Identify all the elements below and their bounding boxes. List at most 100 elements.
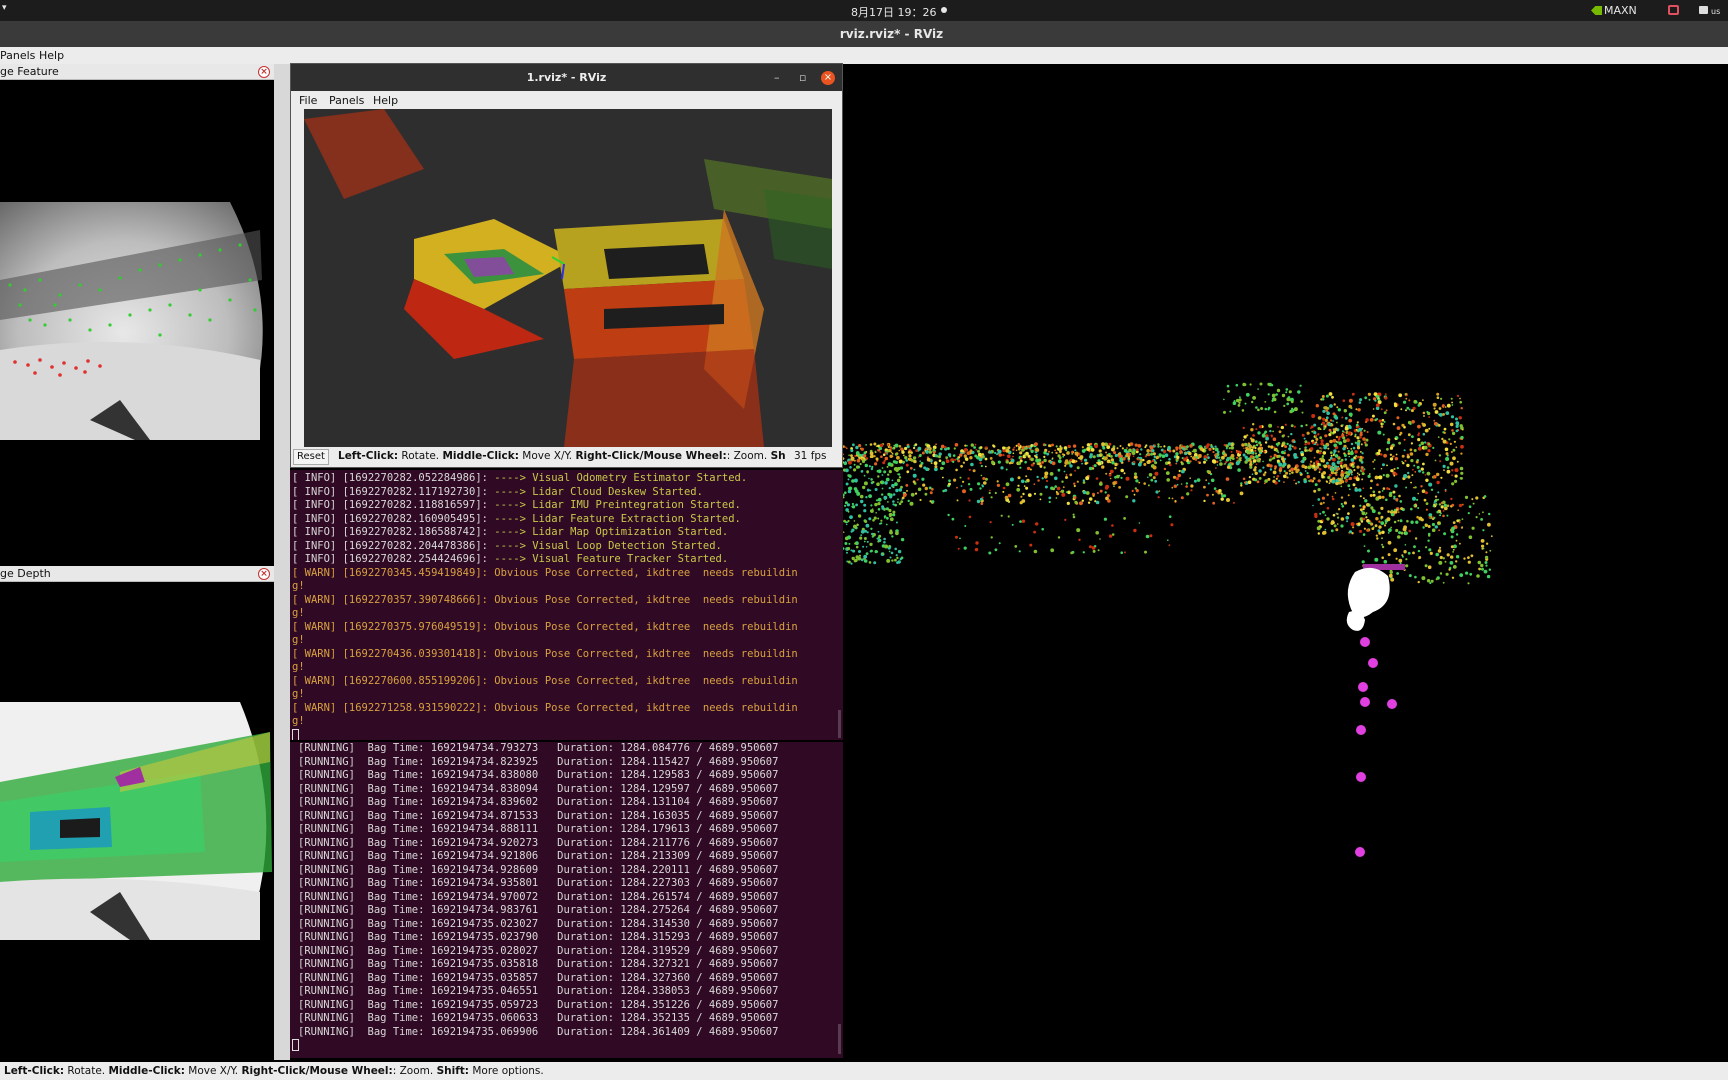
- terminal-scrollbar[interactable]: [838, 1024, 841, 1054]
- terminal-running-line: [RUNNING] Bag Time: 1692194735.035818 Du…: [298, 958, 779, 970]
- terminal-running-line: [RUNNING] Bag Time: 1692194735.060633 Du…: [298, 1012, 779, 1024]
- image-feature-view: [0, 80, 274, 562]
- terminal-prompt: [290, 728, 843, 740]
- image-depth-panel-title: ge Depth: [0, 567, 51, 580]
- image-feature-panel-title: ge Feature: [0, 65, 59, 78]
- terminal-running-line: [RUNNING] Bag Time: 1692194735.059723 Du…: [298, 998, 779, 1011]
- terminal-info-line: [ INFO] [1692270282.052284986]: ----> Vi…: [292, 472, 748, 484]
- terminal-running-line: [RUNNING] Bag Time: 1692194734.928609 Du…: [298, 863, 779, 876]
- hint-middle-click-text: Move X/Y.: [184, 1065, 242, 1077]
- rviz-secondary-title: 1.rviz* - RViz: [291, 64, 842, 91]
- terminal-rosbag-lines: [RUNNING] Bag Time: 1692194734.793273 Du…: [290, 742, 843, 1039]
- rviz-main-3d-view[interactable]: [841, 64, 1728, 1060]
- hint-left-click-text: Rotate.: [64, 1065, 109, 1077]
- terminal-log-lines: [ INFO] [1692270282.052284986]: ----> Vi…: [290, 470, 843, 729]
- terminal-warn-line: g!: [292, 688, 305, 700]
- terminal-warn-line: [ WARN] [1692270436.039301418]: Obvious …: [292, 647, 798, 660]
- hint-right-click-label: Right-Click/Mouse Wheel:: [241, 1065, 393, 1077]
- terminal-rosbag[interactable]: [RUNNING] Bag Time: 1692194734.793273 Du…: [290, 742, 843, 1058]
- terminal-running-line: [RUNNING] Bag Time: 1692194734.921806 Du…: [298, 850, 779, 862]
- rviz-3d-view[interactable]: [304, 109, 832, 447]
- terminal-running-line: [RUNNING] Bag Time: 1692194734.838080 Du…: [298, 769, 779, 781]
- terminal-running-line: [RUNNING] Bag Time: 1692194735.035857 Du…: [298, 971, 779, 984]
- fisheye-feature-image: [0, 202, 274, 440]
- terminal-warn-line: [ WARN] [1692270345.459419849]: Obvious …: [292, 566, 798, 579]
- terminal-running-line: [RUNNING] Bag Time: 1692194735.028027 Du…: [298, 944, 779, 957]
- terminal-info-line: [ INFO] [1692270282.117192730]: ----> Li…: [292, 485, 703, 498]
- rviz-secondary-status-bar: Reset Left-Click: Rotate. Middle-Click: …: [291, 447, 842, 467]
- terminal-running-line: [RUNNING] Bag Time: 1692194735.023790 Du…: [298, 931, 779, 943]
- point-cloud-topdown-render: [841, 382, 1493, 857]
- notification-dot-icon: [941, 7, 947, 13]
- terminal-warn-line: g!: [292, 715, 305, 727]
- terminal-warn-line: [ WARN] [1692270375.976049519]: Obvious …: [292, 620, 798, 633]
- minimize-icon[interactable]: –: [774, 64, 780, 91]
- keyboard-layout-label[interactable]: us: [1711, 7, 1720, 16]
- terminal-warn-line: g!: [292, 634, 305, 646]
- terminal-warn-line: g!: [292, 580, 305, 592]
- menu-help[interactable]: Help: [39, 49, 64, 62]
- terminal-running-line: [RUNNING] Bag Time: 1692194735.023027 Du…: [298, 917, 779, 930]
- clock[interactable]: 8月17日 19：26: [851, 4, 937, 20]
- terminal-warn-line: g!: [292, 607, 305, 619]
- close-icon[interactable]: ×: [258, 66, 270, 78]
- terminal-warn-line: [ WARN] [1692270357.390748666]: Obvious …: [292, 593, 798, 606]
- terminal-info-line: [ INFO] [1692270282.254424696]: ----> Vi…: [292, 553, 729, 565]
- terminal-info-line: [ INFO] [1692270282.186588742]: ----> Li…: [292, 526, 729, 538]
- terminal-cursor: [292, 728, 299, 740]
- menu-panels[interactable]: Panels: [329, 94, 364, 107]
- close-icon[interactable]: ×: [258, 568, 270, 580]
- terminal-scrollbar[interactable]: [838, 710, 841, 738]
- terminal-running-line: [RUNNING] Bag Time: 1692194734.983761 Du…: [298, 904, 779, 916]
- system-top-bar: ▾ 8月17日 19：26 MAXN us: [0, 0, 1728, 21]
- point-cloud-3d-render: [304, 109, 832, 447]
- reset-button[interactable]: Reset: [293, 449, 329, 465]
- terminal-running-line: [RUNNING] Bag Time: 1692194734.838094 Du…: [298, 782, 779, 795]
- splitter[interactable]: [274, 64, 290, 1060]
- nvidia-icon[interactable]: [1591, 6, 1602, 15]
- terminal-running-line: [RUNNING] Bag Time: 1692194734.888111 Du…: [298, 823, 779, 835]
- image-depth-view: [0, 582, 274, 1060]
- terminal-running-line: [RUNNING] Bag Time: 1692194734.970072 Du…: [298, 890, 779, 903]
- screen-record-icon[interactable]: [1668, 5, 1679, 15]
- terminal-prompt: [290, 1039, 843, 1053]
- terminal-warn-line: [ WARN] [1692270600.855199206]: Obvious …: [292, 674, 798, 687]
- terminal-info-line: [ INFO] [1692270282.204478386]: ----> Vi…: [292, 539, 722, 552]
- terminal-info-line: [ INFO] [1692270282.160905495]: ----> Li…: [292, 512, 741, 525]
- terminal-cursor: [292, 1039, 299, 1051]
- terminal-running-line: [RUNNING] Bag Time: 1692194734.823925 Du…: [298, 755, 779, 768]
- terminal-running-line: [RUNNING] Bag Time: 1692194735.046551 Du…: [298, 985, 779, 997]
- hint-shift-label: Shift:: [436, 1065, 469, 1077]
- main-window-title: rviz.rviz* - RViz: [0, 21, 1728, 47]
- view-controls-hint: Left-Click: Rotate. Middle-Click: Move X…: [338, 450, 785, 462]
- terminal-running-line: [RUNNING] Bag Time: 1692194734.793273 Du…: [298, 742, 779, 754]
- terminal-running-line: [RUNNING] Bag Time: 1692194734.839602 Du…: [298, 796, 779, 808]
- power-mode-label[interactable]: MAXN: [1604, 4, 1637, 17]
- keyboard-icon[interactable]: [1699, 6, 1708, 14]
- maximize-icon[interactable]: ▫: [799, 64, 806, 91]
- hint-shift-text: More options.: [469, 1065, 544, 1077]
- terminal-warn-line: g!: [292, 661, 305, 673]
- fisheye-depth-image: [0, 702, 274, 940]
- menu-file[interactable]: File: [299, 94, 317, 107]
- menu-panels[interactable]: Panels: [0, 49, 35, 62]
- hint-left-click-label: Left-Click:: [4, 1065, 65, 1077]
- fps-counter: 31 fps: [794, 450, 827, 462]
- terminal-running-line: [RUNNING] Bag Time: 1692194734.920273 Du…: [298, 836, 779, 849]
- image-depth-panel-header: ge Depth ×: [0, 566, 274, 582]
- hint-right-click-text: : Zoom.: [392, 1065, 437, 1077]
- rviz-secondary-window: 1.rviz* - RViz – ▫ × File Panels Help Re…: [290, 63, 843, 468]
- main-menubar: Panels Help: [0, 47, 1728, 64]
- terminal-running-line: [RUNNING] Bag Time: 1692194735.069906 Du…: [298, 1025, 779, 1038]
- terminal-running-line: [RUNNING] Bag Time: 1692194734.871533 Du…: [298, 809, 779, 822]
- hint-middle-click-label: Middle-Click:: [108, 1065, 185, 1077]
- activities-caret-icon[interactable]: ▾: [2, 3, 7, 13]
- close-icon[interactable]: ×: [821, 71, 835, 85]
- main-status-bar: Left-Click: Rotate. Middle-Click: Move X…: [0, 1062, 1728, 1080]
- menu-help[interactable]: Help: [373, 94, 398, 107]
- rviz-secondary-menubar: File Panels Help: [291, 91, 842, 109]
- terminal-info-line: [ INFO] [1692270282.118816597]: ----> Li…: [292, 499, 741, 511]
- terminal-running-line: [RUNNING] Bag Time: 1692194734.935801 Du…: [298, 877, 779, 889]
- image-feature-panel-header: ge Feature ×: [0, 64, 274, 80]
- terminal-log[interactable]: [ INFO] [1692270282.052284986]: ----> Vi…: [290, 470, 843, 740]
